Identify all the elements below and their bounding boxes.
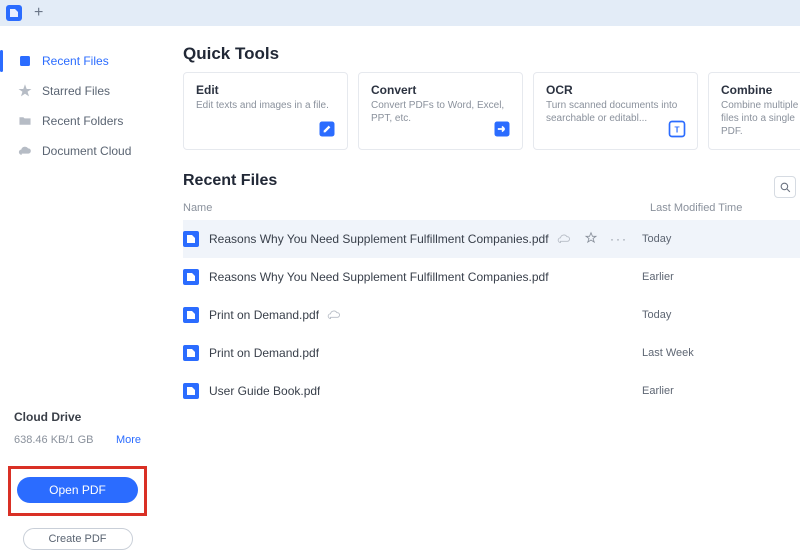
file-name: Print on Demand.pdf — [209, 346, 319, 360]
star-icon — [18, 84, 32, 98]
open-pdf-highlight-box: Open PDF — [8, 466, 147, 516]
create-pdf-button[interactable]: Create PDF — [23, 528, 133, 550]
star-icon[interactable] — [584, 231, 598, 248]
sidebar-item-label: Recent Files — [42, 54, 109, 68]
sidebar-item-label: Document Cloud — [42, 144, 131, 158]
ocr-icon: T — [667, 119, 687, 139]
table-row[interactable]: Print on Demand.pdf Today — [183, 296, 800, 334]
sidebar-item-folder[interactable]: Recent Folders — [0, 106, 155, 136]
cloud-icon — [557, 232, 571, 246]
file-modified: Earlier — [642, 385, 792, 397]
open-pdf-button[interactable]: Open PDF — [17, 477, 138, 503]
card-desc: Edit texts and images in a file. — [196, 99, 337, 112]
pdf-file-icon — [183, 231, 199, 247]
sidebar-item-star[interactable]: Starred Files — [0, 76, 155, 106]
file-modified: Earlier — [642, 271, 792, 283]
convert-icon — [492, 119, 512, 139]
file-name: Reasons Why You Need Supplement Fulfillm… — [209, 232, 549, 246]
card-title: Edit — [196, 83, 337, 97]
sidebar-item-cloud[interactable]: Document Cloud — [0, 136, 155, 166]
sidebar-item-label: Starred Files — [42, 84, 110, 98]
column-modified: Last Modified Time — [650, 202, 800, 214]
quick-tools-title: Quick Tools — [183, 44, 800, 64]
file-name: Print on Demand.pdf — [209, 308, 319, 322]
card-desc: Turn scanned documents into searchable o… — [546, 99, 687, 125]
card-desc: Combine multiple files into a single PDF… — [721, 99, 800, 138]
quick-tool-edit[interactable]: Edit Edit texts and images in a file. — [183, 72, 348, 150]
app-logo-icon — [6, 5, 22, 21]
card-title: Convert — [371, 83, 512, 97]
pdf-file-icon — [183, 383, 199, 399]
table-row[interactable]: Reasons Why You Need Supplement Fulfillm… — [183, 258, 800, 296]
table-row[interactable]: Print on Demand.pdf Last Week — [183, 334, 800, 372]
file-modified: Today — [642, 309, 792, 321]
quick-tools-cards: Edit Edit texts and images in a file. Conv… — [183, 72, 800, 150]
sidebar: Recent Files Starred Files Recent Folders D… — [0, 26, 155, 550]
cloud-usage: 638.46 KB/1 GB — [14, 434, 94, 446]
file-name: User Guide Book.pdf — [209, 384, 320, 398]
more-icon[interactable]: ··· — [610, 232, 628, 246]
recent-icon — [18, 54, 32, 68]
file-modified: Today — [642, 233, 792, 245]
pdf-file-icon — [183, 307, 199, 323]
quick-tool-combine[interactable]: Combine Combine multiple files into a sin… — [708, 72, 800, 150]
svg-text:T: T — [674, 124, 679, 134]
sidebar-item-recent[interactable]: Recent Files — [0, 46, 155, 76]
recent-rows: Reasons Why You Need Supplement Fulfillm… — [183, 220, 800, 410]
folder-icon — [18, 114, 32, 128]
card-title: OCR — [546, 83, 687, 97]
column-name: Name — [183, 202, 650, 214]
cloud-drive-block: Cloud Drive 638.46 KB/1 GB More — [0, 410, 155, 452]
sidebar-item-label: Recent Folders — [42, 114, 123, 128]
tab-bar: + — [0, 0, 800, 26]
pdf-file-icon — [183, 345, 199, 361]
table-row[interactable]: User Guide Book.pdf Earlier — [183, 372, 800, 410]
recent-files-title: Recent Files — [183, 172, 800, 190]
quick-tool-convert[interactable]: Convert Convert PDFs to Word, Excel, PPT,… — [358, 72, 523, 150]
cloud-icon — [18, 144, 32, 158]
cloud-icon — [327, 308, 341, 322]
file-name: Reasons Why You Need Supplement Fulfillm… — [209, 270, 549, 284]
table-row[interactable]: Reasons Why You Need Supplement Fulfillm… — [183, 220, 800, 258]
edit-icon — [317, 119, 337, 139]
quick-tool-ocr[interactable]: OCR Turn scanned documents into searchabl… — [533, 72, 698, 150]
file-modified: Last Week — [642, 347, 792, 359]
pdf-file-icon — [183, 269, 199, 285]
card-desc: Convert PDFs to Word, Excel, PPT, etc. — [371, 99, 512, 125]
main-area: Quick Tools Edit Edit texts and images in… — [155, 26, 800, 550]
new-tab-button[interactable]: + — [30, 5, 47, 21]
recent-table-header: Name Last Modified Time — [183, 190, 800, 220]
cloud-more-link[interactable]: More — [116, 434, 141, 446]
card-title: Combine — [721, 83, 800, 97]
cloud-drive-title: Cloud Drive — [14, 410, 141, 424]
search-button[interactable] — [774, 176, 796, 198]
